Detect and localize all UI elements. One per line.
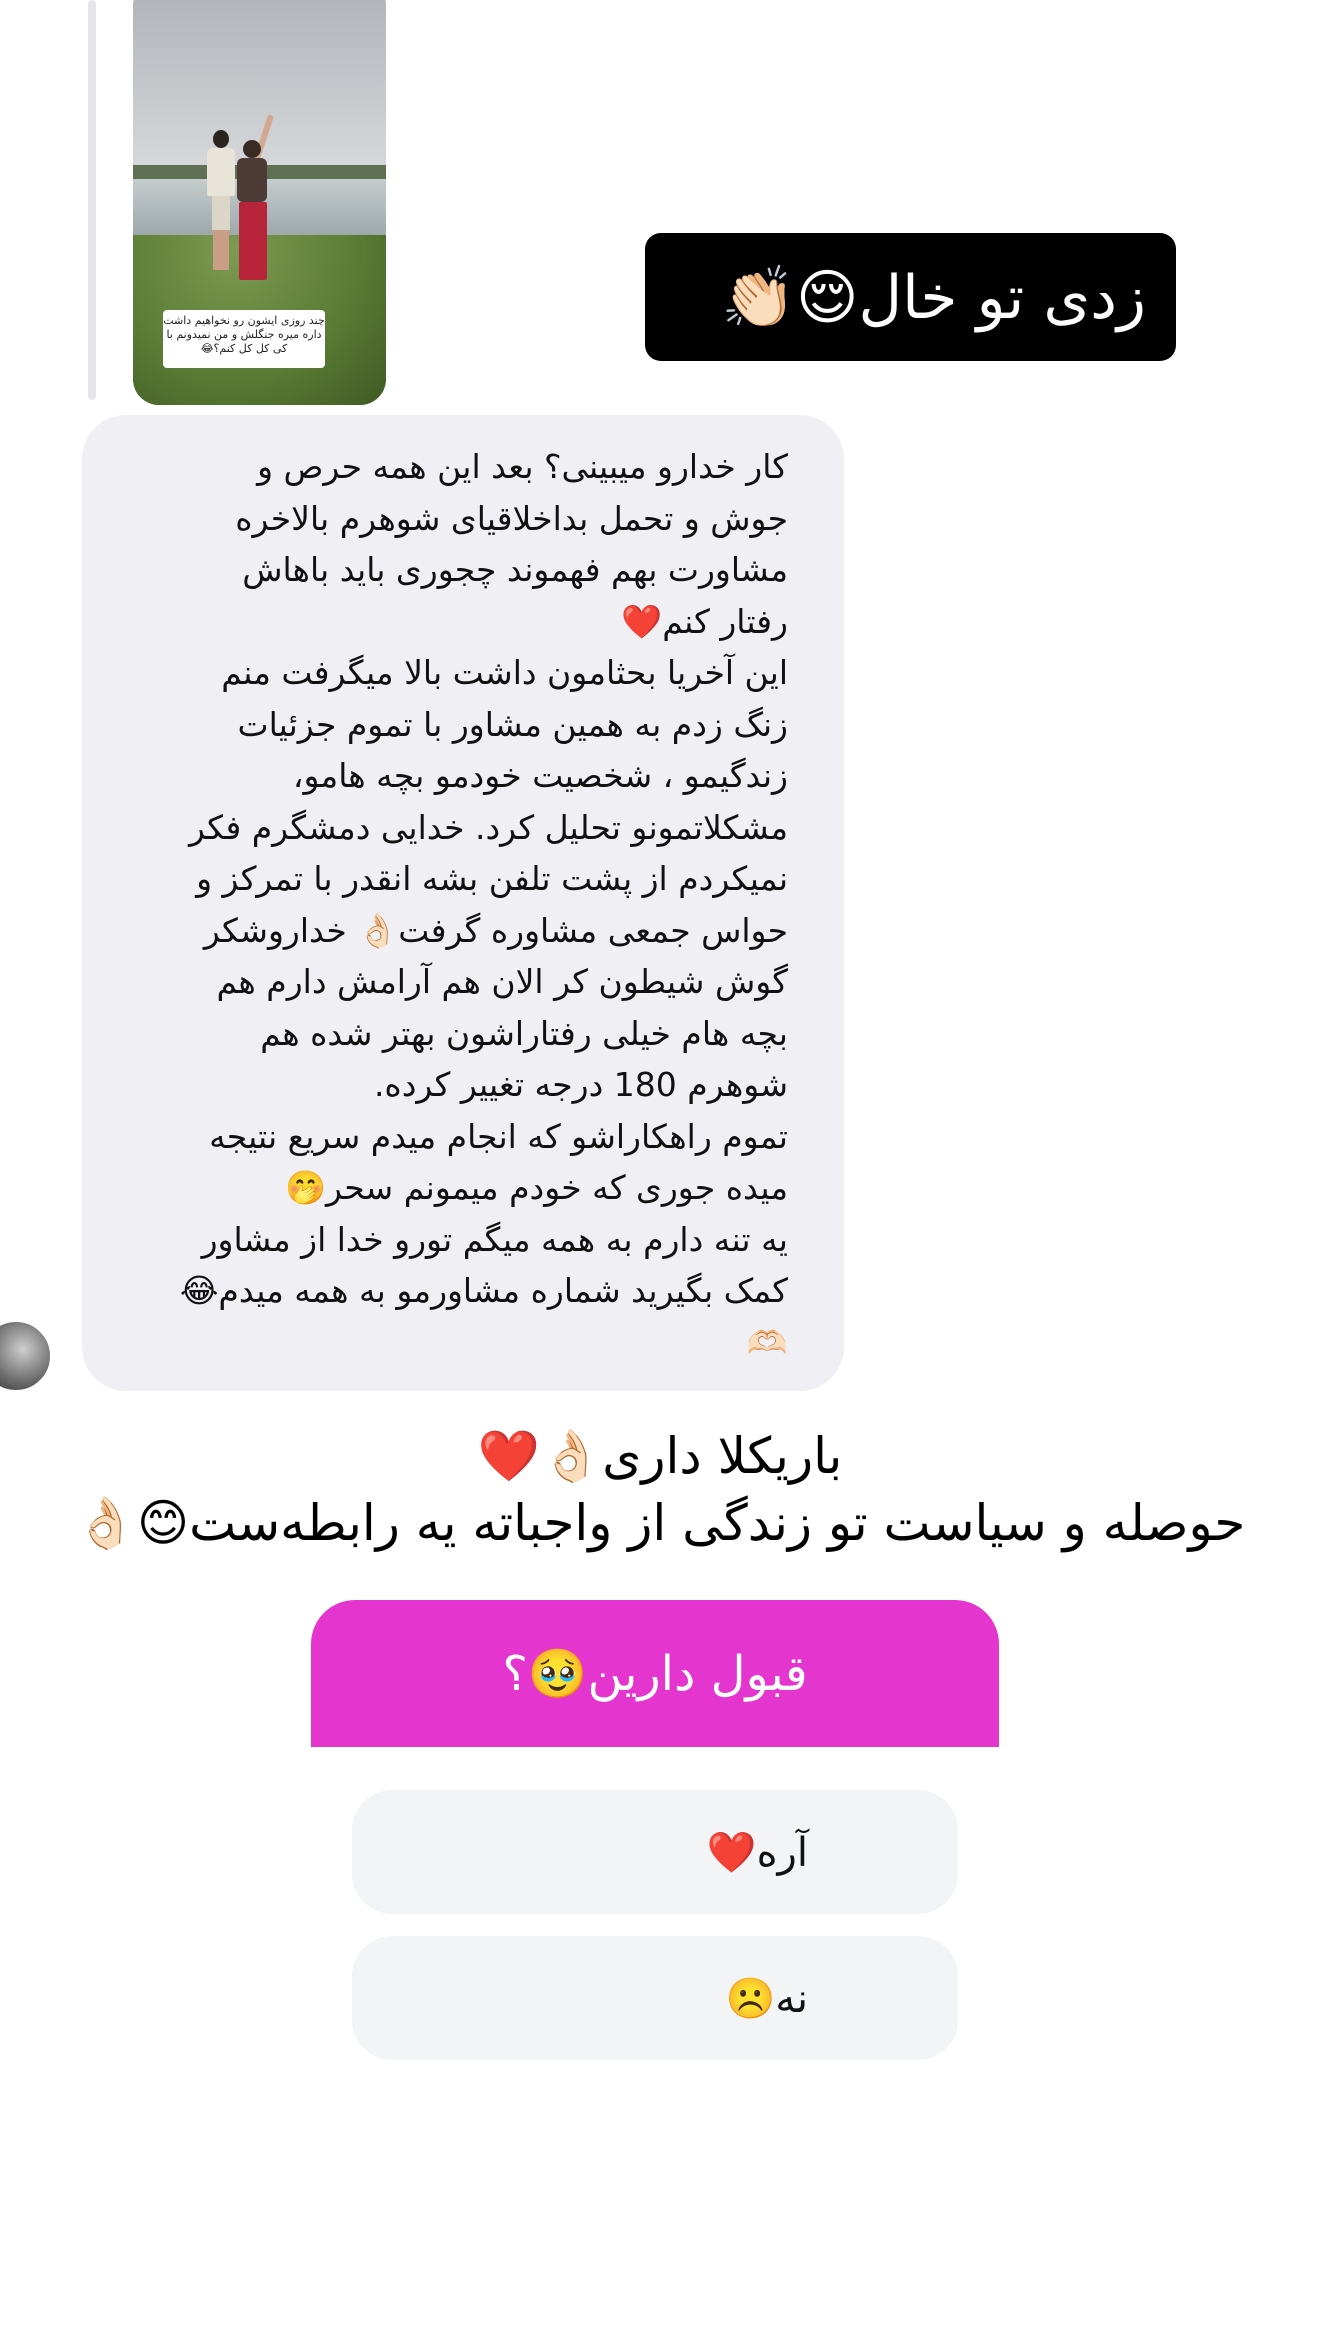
poll-option-yes[interactable]: آره❤️ <box>352 1790 958 1914</box>
caption-line-2: حوصله و سیاست تو زندگی از واجباته یه راب… <box>74 1494 1246 1552</box>
poll-option-yes-label: آره❤️ <box>706 1829 808 1876</box>
poll-option-no[interactable]: نه☹️ <box>352 1936 958 2060</box>
message-text: کار خدارو میبینی؟ بعد این همه حرص و جوش … <box>179 447 788 1362</box>
caption-line-1: باریکلا داری👌🏻❤️ <box>477 1427 843 1485</box>
story-person-man <box>207 130 235 280</box>
reaction-sticker: زدی تو خال😌👏🏻 <box>645 233 1176 361</box>
message-bubble[interactable]: کار خدارو میبینی؟ بعد این همه حرص و جوش … <box>82 415 844 1391</box>
story-caption: چند روزی ایشون رو نخواهیم داشت داره میره… <box>163 310 325 368</box>
poll-option-no-label: نه☹️ <box>725 1975 808 2022</box>
poll-question: قبول دارین🥹؟ <box>311 1600 999 1747</box>
story-reply-line <box>88 0 96 400</box>
avatar[interactable] <box>0 1320 52 1392</box>
story-person-woman <box>237 114 274 290</box>
story-thumbnail[interactable]: چند روزی ایشون رو نخواهیم داشت داره میره… <box>133 0 386 405</box>
